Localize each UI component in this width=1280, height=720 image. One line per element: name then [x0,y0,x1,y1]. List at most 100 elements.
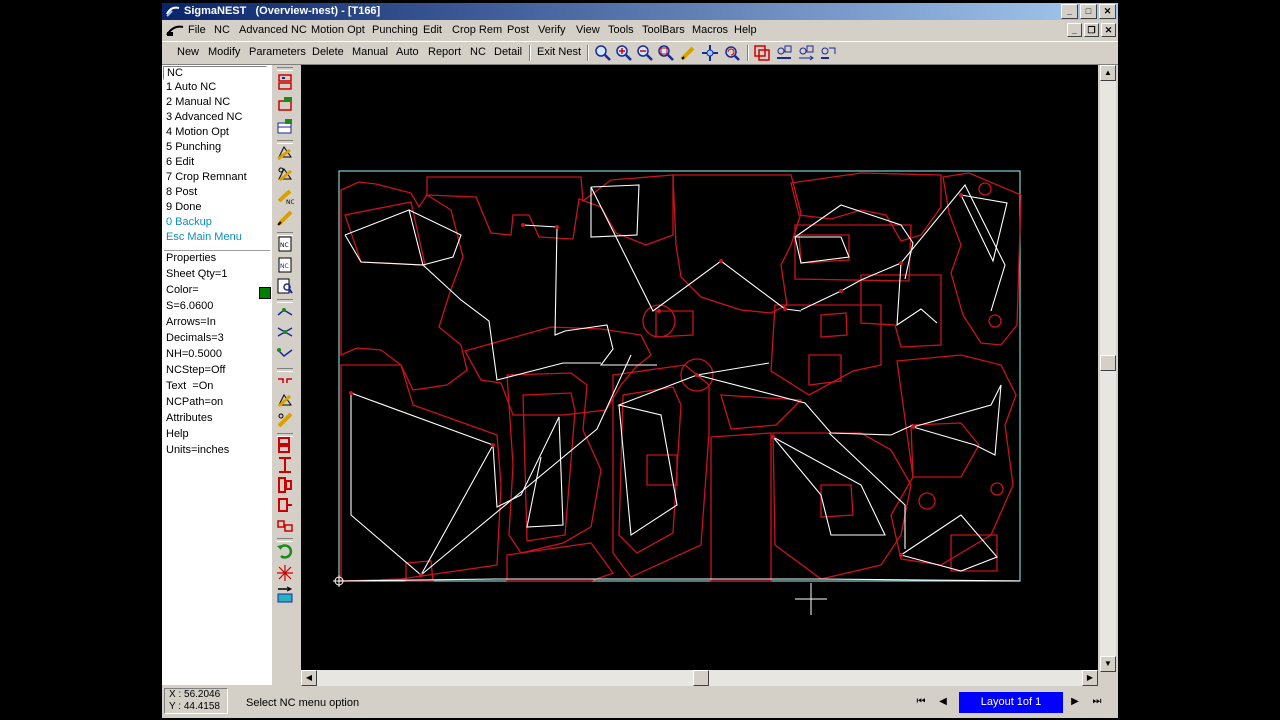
menu-crop-rem[interactable]: Crop Rem [452,24,502,36]
nc-search-icon[interactable] [276,277,294,295]
path-icon[interactable] [276,302,294,320]
menu-option-punching[interactable]: 5 Punching [166,141,221,153]
close-button[interactable]: ✕ [1099,4,1116,19]
previous-layout-icon[interactable]: ◀ [936,695,950,709]
menu-option-auto-nc[interactable]: 1 Auto NC [166,81,216,93]
vertical-scroll-thumb[interactable] [1100,355,1116,371]
last-layout-icon[interactable]: ⏭ [1090,695,1104,709]
property-color[interactable]: Color= [166,284,199,296]
pencil-edit-icon[interactable] [276,209,294,227]
nc-file-icon[interactable]: NC [276,256,294,274]
nc-table-icon[interactable] [276,117,294,135]
tab-edit-icon[interactable] [276,391,294,409]
path-cross-icon[interactable] [276,323,294,341]
property-help[interactable]: Help [166,428,189,440]
property-ncstep[interactable]: NCStep=Off [166,364,225,376]
menu-nc[interactable]: NC [214,24,230,36]
new-button[interactable]: New [177,46,199,58]
menu-option-done[interactable]: 9 Done [166,201,201,213]
pan-icon[interactable] [701,44,719,62]
mdi-close-button[interactable]: ✕ [1101,23,1116,37]
scroll-down-icon[interactable]: ▼ [1100,656,1116,672]
scroll-left-icon[interactable]: ◀ [301,670,317,686]
next-layout-icon[interactable]: ▶ [1068,695,1082,709]
align-icon[interactable] [775,44,793,62]
lead-out-icon[interactable] [276,165,294,183]
nest-canvas[interactable] [301,65,1098,672]
menu-verify[interactable]: Verify [538,24,566,36]
vertical-scrollbar[interactable]: ▲ ▼ [1100,65,1116,672]
nc-sequence-icon[interactable] [276,73,294,91]
property-arrows[interactable]: Arrows=In [166,316,216,328]
menu-option-manual-nc[interactable]: 2 Manual NC [166,96,230,108]
mirror-icon[interactable] [797,44,815,62]
horizontal-scrollbar[interactable]: ◀ ▶ [301,670,1098,686]
mdi-restore-button[interactable]: ❐ [1084,23,1099,37]
path-link-icon[interactable] [276,344,294,362]
pencil-icon[interactable] [679,44,697,62]
lead-in-icon[interactable] [276,143,294,161]
order-icon[interactable] [276,476,294,494]
detail-button[interactable]: Detail [494,46,522,58]
property-decimals[interactable]: Decimals=3 [166,332,224,344]
color-swatch[interactable] [259,287,271,299]
select-icon[interactable] [753,44,771,62]
menu-punching[interactable]: Punching [372,24,418,36]
menu-option-crop-remnant[interactable]: 7 Crop Remnant [166,171,247,183]
property-ncpath[interactable]: NCPath=on [166,396,223,408]
delete-button[interactable]: Delete [312,46,344,58]
menu-macros[interactable]: Macros [692,24,728,36]
property-nh[interactable]: NH=0.5000 [166,348,222,360]
menu-view[interactable]: View [576,24,600,36]
explode-icon[interactable] [276,564,294,582]
bridge-icon[interactable] [276,371,294,389]
property-attributes[interactable]: Attributes [166,412,212,424]
manual-button[interactable]: Manual [352,46,388,58]
maximize-button[interactable]: □ [1080,4,1097,19]
chain-icon[interactable] [276,516,294,534]
menu-option-edit[interactable]: 6 Edit [166,156,194,168]
scroll-right-icon[interactable]: ▶ [1082,670,1098,686]
parameters-button[interactable]: Parameters [249,46,306,58]
nc-part-icon[interactable] [276,95,294,113]
menu-advanced-nc[interactable]: Advanced NC [239,24,307,36]
zoom-out-icon[interactable] [636,44,654,62]
property-units[interactable]: Units=inches [166,444,229,456]
exit-nest-button[interactable]: Exit Nest [537,46,581,58]
property-sheet-qty[interactable]: Sheet Qty=1 [166,268,227,280]
sequence-icon[interactable] [276,496,294,514]
property-text[interactable]: Text =On [166,380,213,392]
refresh-icon[interactable] [723,44,741,62]
zoom-in-icon[interactable] [615,44,633,62]
menu-file[interactable]: File [188,24,206,36]
nc-button[interactable]: NC [470,46,486,58]
menu-option-motion-opt[interactable]: 4 Motion Opt [166,126,229,138]
menu-option-post[interactable]: 8 Post [166,186,197,198]
menu-option-backup[interactable]: 0 Backup [166,216,212,228]
mdi-minimize-button[interactable]: _ [1067,23,1082,37]
auto-button[interactable]: Auto [396,46,419,58]
menu-option-main-menu[interactable]: Esc Main Menu [166,231,242,243]
menu-post[interactable]: Post [507,24,529,36]
zoom-window-icon[interactable] [657,44,675,62]
distribute-icon[interactable] [276,456,294,474]
menu-motion-opt[interactable]: Motion Opt [311,24,365,36]
modify-button[interactable]: Modify [208,46,240,58]
nc-edit-icon[interactable]: NC [276,187,294,205]
menu-edit[interactable]: Edit [423,24,442,36]
undo-icon[interactable] [276,542,294,560]
horizontal-scroll-thumb[interactable] [693,670,709,686]
nc-report-icon[interactable]: NC [276,235,294,253]
menu-option-advanced-nc[interactable]: 3 Advanced NC [166,111,242,123]
first-layout-icon[interactable]: ⏮ [914,695,928,709]
property-s[interactable]: S=6.0600 [166,300,213,312]
menu-toolbars[interactable]: ToolBars [642,24,685,36]
menu-tools[interactable]: Tools [608,24,634,36]
menu-help[interactable]: Help [734,24,757,36]
simulate-icon[interactable] [276,586,294,604]
copy-icon[interactable] [819,44,837,62]
zoom-icon[interactable] [594,44,612,62]
stack-icon[interactable] [276,436,294,454]
report-button[interactable]: Report [428,46,461,58]
scroll-up-icon[interactable]: ▲ [1100,65,1116,81]
